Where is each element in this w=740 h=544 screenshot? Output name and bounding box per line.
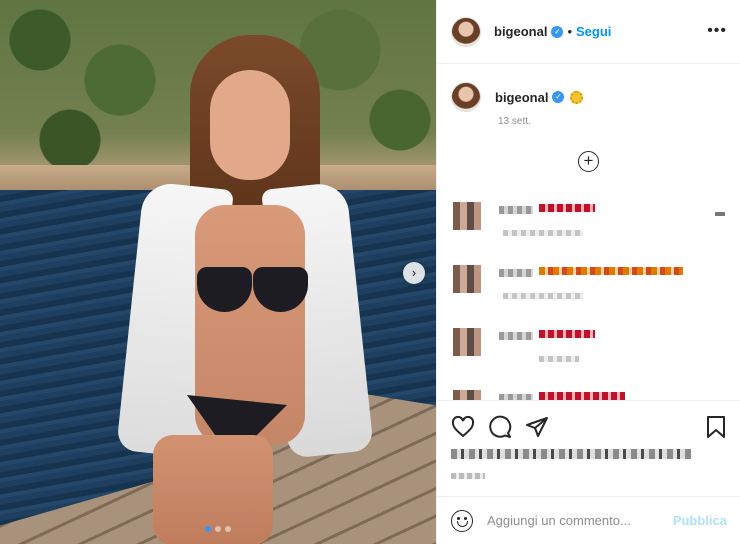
post-header: bigeonal ✓ • Segui ••• — [437, 0, 740, 64]
next-slide-arrow-icon[interactable]: › — [403, 262, 425, 284]
sun-emoji-icon — [570, 90, 584, 104]
load-more-comments-button[interactable]: + — [578, 151, 599, 172]
comment-item — [453, 390, 723, 400]
caption-date: 13 sett. — [498, 116, 531, 127]
post-date-pixelated — [451, 473, 485, 479]
verified-badge-icon: ✓ — [551, 25, 564, 38]
avatar[interactable] — [451, 16, 481, 47]
caption-avatar[interactable] — [451, 82, 481, 112]
carousel-dots — [205, 526, 231, 532]
follow-button[interactable]: Segui — [576, 24, 611, 39]
photo-person — [116, 35, 374, 544]
comment-avatar[interactable] — [453, 328, 481, 356]
comment-input[interactable] — [487, 513, 662, 528]
comment-item — [453, 328, 723, 368]
post-photo[interactable]: › — [0, 0, 436, 544]
carousel-dot-active — [205, 526, 211, 532]
comment-bubble-icon[interactable] — [488, 415, 512, 439]
carousel-dot — [225, 526, 231, 532]
verified-badge-icon: ✓ — [552, 91, 565, 103]
post-actions — [437, 400, 740, 500]
post-side-panel: bigeonal ✓ • Segui ••• bigeonal ✓ 13 set… — [436, 0, 740, 544]
like-heart-icon[interactable] — [451, 415, 475, 439]
comment-avatar[interactable] — [453, 390, 481, 400]
save-bookmark-icon[interactable] — [705, 415, 727, 439]
caption: bigeonal ✓ 13 sett. — [451, 82, 731, 127]
carousel-dot — [215, 526, 221, 532]
publish-button[interactable]: Pubblica — [673, 513, 727, 528]
comment-avatar[interactable] — [453, 265, 481, 293]
separator-dot: • — [567, 24, 573, 39]
caption-username[interactable]: bigeonal — [495, 90, 548, 105]
comment-item — [453, 265, 723, 305]
likes-count-pixelated[interactable] — [451, 449, 691, 459]
comment-item — [453, 202, 725, 242]
comment-compose: Pubblica — [437, 496, 740, 544]
emoji-picker-icon[interactable] — [451, 509, 473, 532]
like-comment-icon[interactable] — [715, 212, 725, 216]
header-username[interactable]: bigeonal — [494, 24, 547, 39]
comment-avatar[interactable] — [453, 202, 481, 230]
more-options-icon[interactable]: ••• — [707, 22, 727, 40]
share-paper-plane-icon[interactable] — [525, 415, 549, 439]
